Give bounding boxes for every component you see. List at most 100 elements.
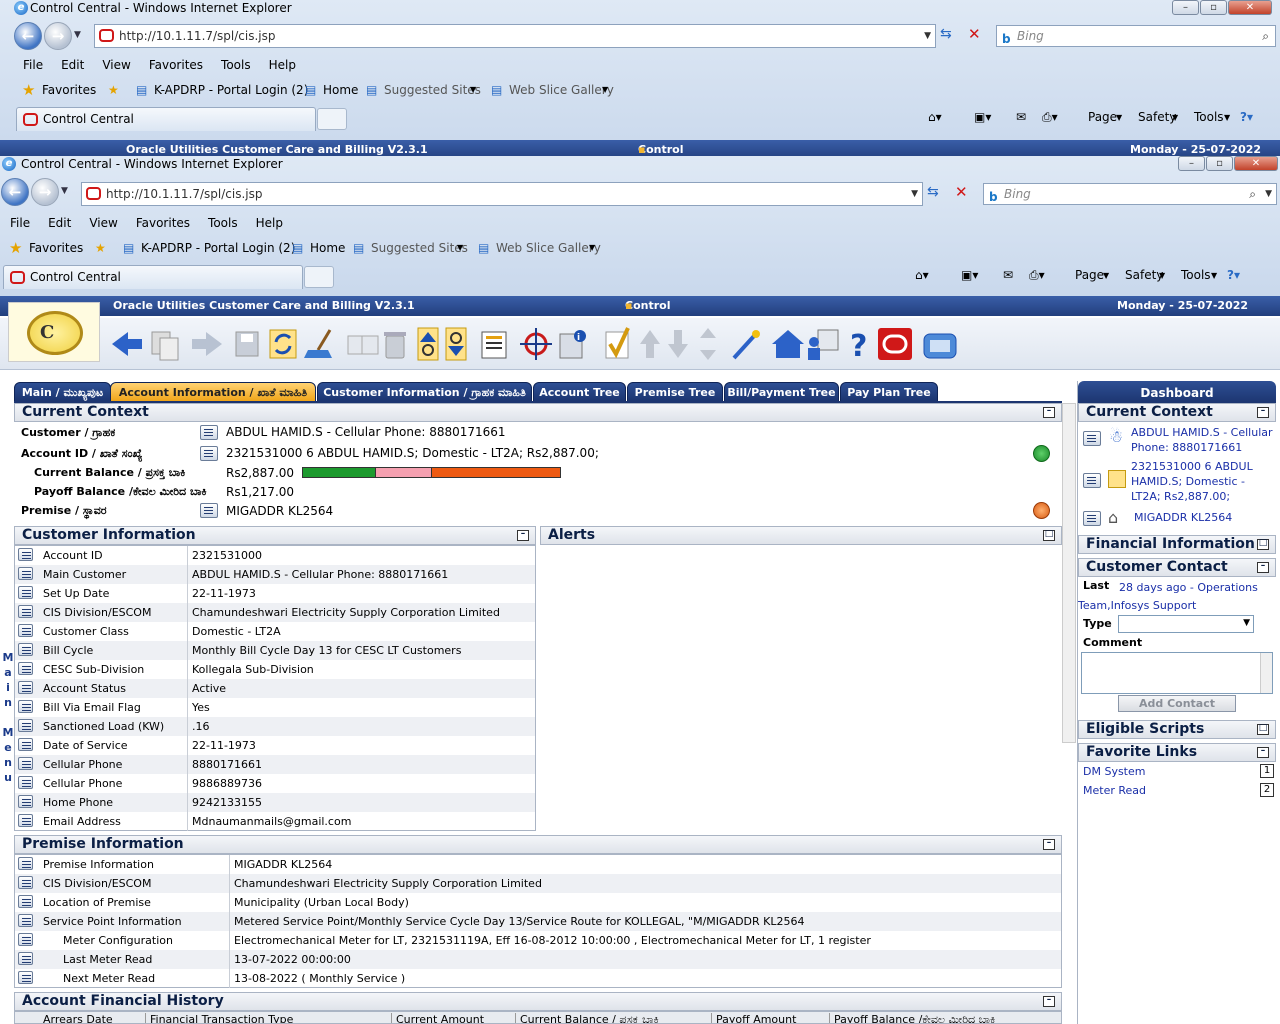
tab-main[interactable]: Main / ಮುಖ್ಯಪುಟ <box>14 382 111 402</box>
fav-web-slice-gallery[interactable]: Web Slice Gallery <box>496 235 601 261</box>
collapse-icon[interactable]: – <box>517 530 529 541</box>
print-icon[interactable]: ⎙▾ <box>1029 268 1045 283</box>
type-select[interactable]: ▼ <box>1118 615 1254 633</box>
collapse-icon[interactable]: – <box>1257 747 1269 758</box>
last-contact-link[interactable]: 28 days ago - Operations Team,Infosys Su… <box>1078 579 1274 615</box>
fav-home-link[interactable]: Home <box>323 77 358 103</box>
context-menu-icon[interactable] <box>18 662 33 675</box>
tab-account-tree[interactable]: Account Tree <box>533 382 626 402</box>
menu-file[interactable]: File <box>0 212 39 234</box>
close-button[interactable]: ✕ <box>1234 156 1278 171</box>
stop-icon[interactable]: ✕ <box>955 183 968 201</box>
oracle-icon[interactable] <box>878 328 912 360</box>
search-input[interactable]: b Bing ⌕ <box>996 25 1276 47</box>
collapse-icon[interactable]: – <box>1043 839 1055 850</box>
back-button[interactable]: ← <box>14 22 42 50</box>
safety-menu[interactable]: Safety <box>1138 110 1176 124</box>
collapse-icon[interactable]: – <box>1257 407 1269 418</box>
new-tab-button[interactable] <box>304 266 334 288</box>
refresh-icon[interactable]: ⇆ <box>940 26 952 42</box>
history-dropdown-icon[interactable]: ▼ <box>61 186 68 196</box>
column-current-amount[interactable]: Current Amount <box>391 1013 484 1023</box>
home-icon[interactable]: ⌂▾ <box>928 110 942 124</box>
favorites-button[interactable]: Favorites <box>42 77 96 103</box>
chevron-down-icon[interactable]: ▼ <box>1103 271 1109 280</box>
add-favorites-icon[interactable]: ★ <box>108 77 119 103</box>
menu-help[interactable]: Help <box>247 212 292 234</box>
tab-premise-tree[interactable]: Premise Tree <box>627 382 723 402</box>
expand-icon[interactable]: □ <box>1257 724 1269 735</box>
tab-account-information[interactable]: Account Information / ಖಾತೆ ಮಾಹಿತಿ <box>110 382 316 402</box>
dashboard-premise-link[interactable]: MIGADDR KL2564 <box>1134 511 1232 524</box>
address-bar[interactable]: http://10.1.11.7/spl/cis.jsp ▼ <box>81 182 923 206</box>
home-icon[interactable] <box>772 330 804 358</box>
chevron-down-icon[interactable]: ▼ <box>589 235 595 261</box>
context-menu-icon[interactable] <box>18 605 33 618</box>
home-icon[interactable]: ⌂▾ <box>915 268 929 282</box>
refresh-icon[interactable]: ⇆ <box>927 184 939 200</box>
fav-kapdrp-link[interactable]: K-APDRP - Portal Login (2) <box>154 77 308 103</box>
forward-button[interactable]: → <box>44 22 72 50</box>
chevron-down-icon[interactable]: ▼ <box>470 77 476 103</box>
chevron-down-icon[interactable]: ▼ <box>1224 113 1230 122</box>
menu-file[interactable]: File <box>0 54 52 76</box>
new-tab-button[interactable] <box>317 108 347 130</box>
context-menu-icon[interactable] <box>1083 511 1101 526</box>
context-menu-icon[interactable] <box>18 814 33 827</box>
tab-pay-plan-tree[interactable]: Pay Plan Tree <box>840 382 938 402</box>
copy-icon[interactable] <box>151 331 179 361</box>
back-arrow-icon[interactable] <box>112 332 142 356</box>
context-menu-icon[interactable] <box>200 425 218 440</box>
favorite-link-dm-system[interactable]: DM System <box>1083 765 1145 778</box>
move-up-icon[interactable] <box>640 330 660 358</box>
maximize-button[interactable]: ▫ <box>1206 156 1233 171</box>
context-menu-icon[interactable] <box>1083 473 1101 488</box>
feeds-icon[interactable]: ▣▾ <box>961 268 978 282</box>
move-down-icon[interactable] <box>668 330 688 358</box>
context-menu-icon[interactable] <box>18 914 33 927</box>
menu-help[interactable]: Help <box>260 54 305 76</box>
context-menu-icon[interactable] <box>18 738 33 751</box>
dashboard-account-link[interactable]: 2321531000 6 ABDUL HAMID.S; Domestic - L… <box>1131 459 1273 504</box>
fav-kapdrp-link[interactable]: K-APDRP - Portal Login (2) <box>141 235 295 261</box>
clear-broom-icon[interactable] <box>304 329 332 358</box>
crosshair-icon[interactable] <box>520 328 552 360</box>
textarea-scrollbar[interactable] <box>1260 653 1272 693</box>
collapse-icon[interactable]: – <box>1257 562 1269 573</box>
maximize-button[interactable]: ▫ <box>1200 0 1227 15</box>
page-menu[interactable]: Page <box>1088 110 1117 124</box>
context-menu-icon[interactable] <box>18 548 33 561</box>
tab-customer-information[interactable]: Customer Information / ಗ್ರಾಹಕ ಮಾಹಿತಿ <box>317 382 532 402</box>
context-menu-icon[interactable] <box>18 700 33 713</box>
favorite-link-meter-read[interactable]: Meter Read <box>1083 784 1146 797</box>
main-scrollbar[interactable] <box>1062 403 1076 743</box>
tab-bill-payment-tree[interactable]: Bill/Payment Tree <box>724 382 839 402</box>
context-menu-icon[interactable] <box>200 446 218 461</box>
chevron-down-icon[interactable]: ▼ <box>1172 113 1178 122</box>
search-dropdown-icon[interactable]: ▼ <box>1265 184 1272 204</box>
back-button[interactable]: ← <box>1 178 29 206</box>
context-menu-icon[interactable] <box>18 795 33 808</box>
expand-icon[interactable]: □ <box>1043 530 1055 541</box>
context-menu-icon[interactable] <box>18 567 33 580</box>
main-menu-side-tab[interactable]: MainMenu <box>2 650 14 785</box>
magic-wand-icon[interactable] <box>732 330 760 360</box>
column-current-balance[interactable]: Current Balance / ಪ್ರಸಕ್ತ ಬಾಕಿ <box>515 1013 659 1023</box>
close-button[interactable]: ✕ <box>1228 0 1272 15</box>
go-down-icon[interactable] <box>445 327 467 361</box>
column-arrears-date[interactable]: Arrears Date <box>43 1013 113 1023</box>
search-input[interactable]: b Bing ⌕ ▼ <box>983 183 1277 205</box>
mail-icon[interactable]: ✉ <box>1016 110 1026 124</box>
context-menu-icon[interactable] <box>18 586 33 599</box>
column-payoff-balance[interactable]: Payoff Balance /ಕೇವಲ ಮೀರಿದ ಬಾಕಿ <box>829 1013 995 1023</box>
context-menu-icon[interactable] <box>18 719 33 732</box>
context-menu-icon[interactable] <box>18 857 33 870</box>
mail-icon[interactable]: ✉ <box>1003 268 1013 282</box>
add-favorites-icon[interactable]: ★ <box>95 235 106 261</box>
forward-arrow-icon[interactable] <box>192 332 222 356</box>
column-transaction-type[interactable]: Financial Transaction Type <box>145 1013 293 1023</box>
search-icon[interactable]: ⌕ <box>1249 184 1256 204</box>
expand-icon[interactable]: □ <box>1257 539 1269 550</box>
stop-icon[interactable]: ✕ <box>968 25 981 43</box>
move-both-icon[interactable] <box>700 328 716 360</box>
